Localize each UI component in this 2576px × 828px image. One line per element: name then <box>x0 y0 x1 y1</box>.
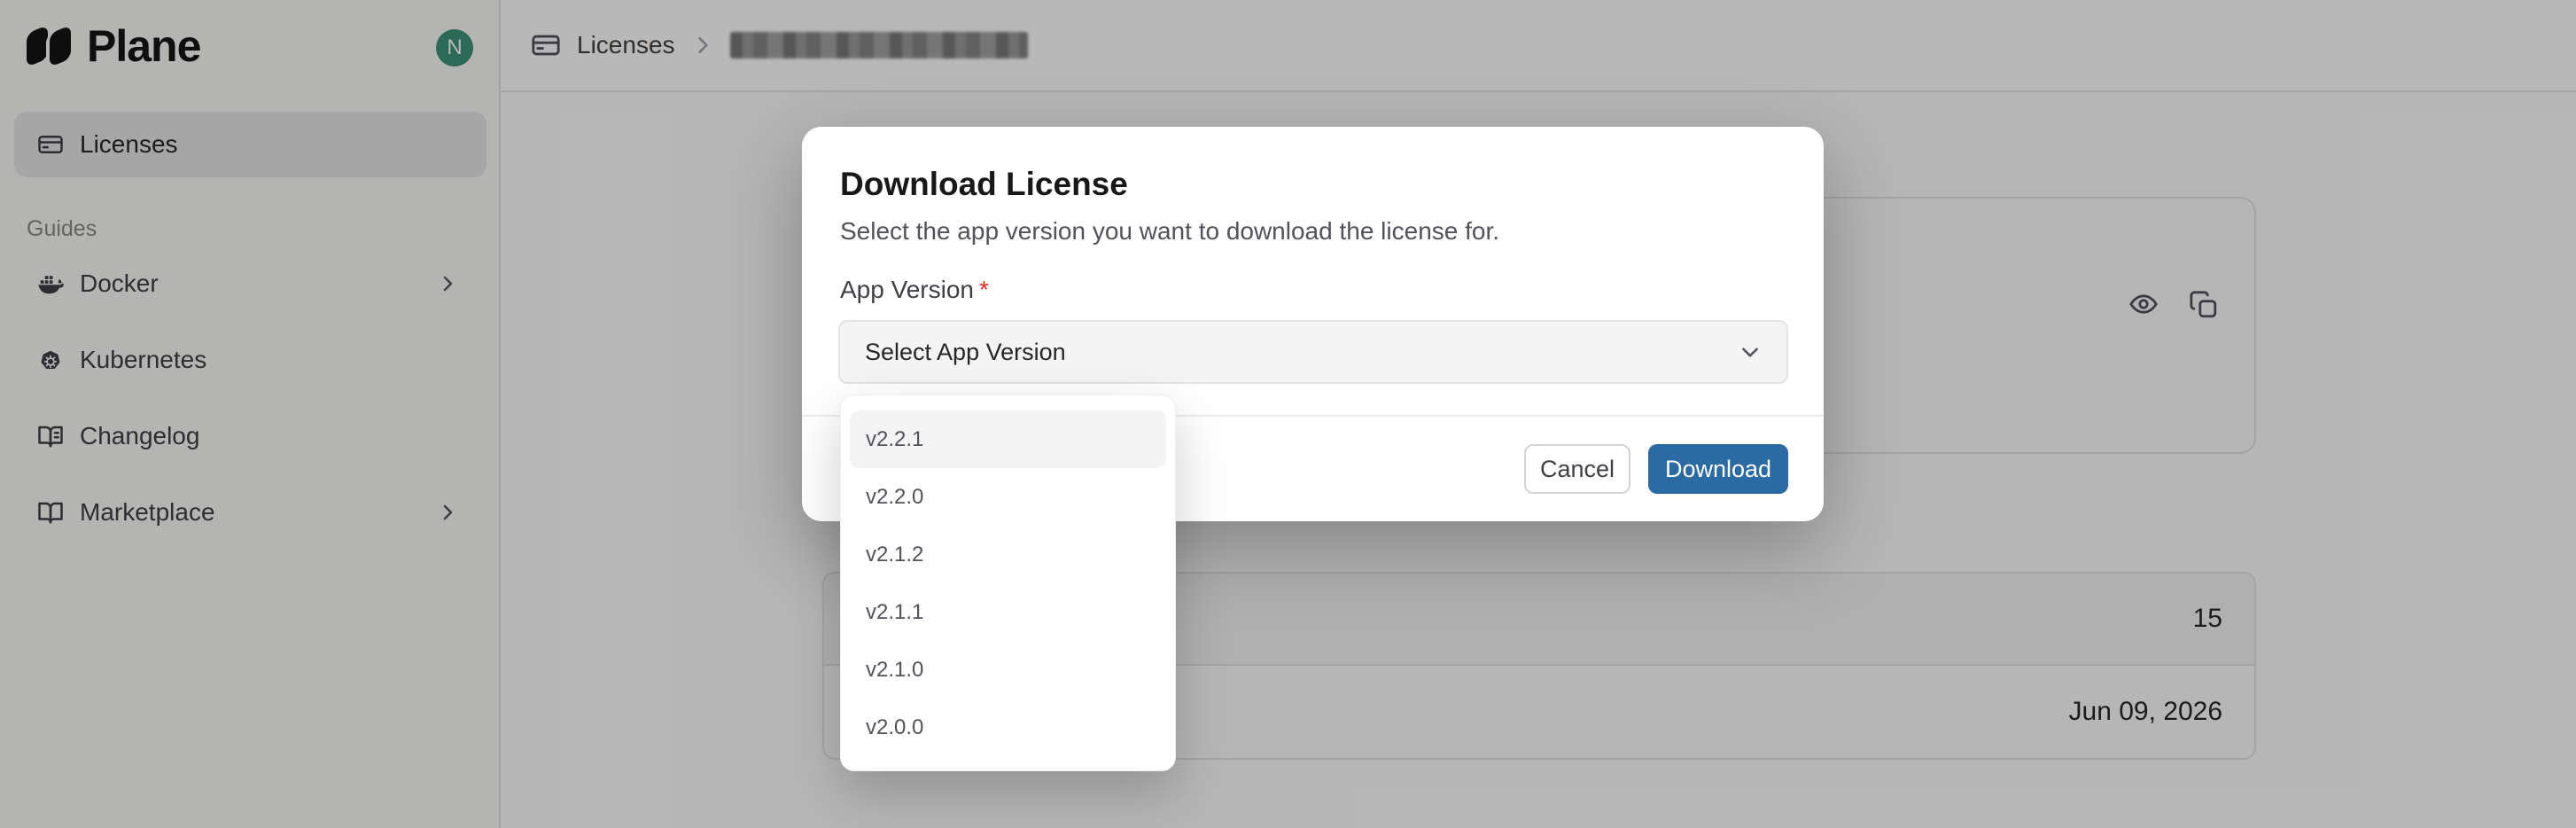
select-placeholder: Select App Version <box>865 339 1739 366</box>
modal-subtitle: Select the app version you want to downl… <box>840 217 1499 246</box>
app-version-select[interactable]: Select App Version <box>838 320 1788 384</box>
dropdown-option[interactable]: v2.1.1 <box>850 583 1166 641</box>
cancel-button[interactable]: Cancel <box>1524 444 1630 494</box>
chevron-down-icon <box>1739 340 1762 363</box>
dropdown-option[interactable]: v2.2.1 <box>850 410 1166 468</box>
dropdown-option[interactable]: v2.1.2 <box>850 526 1166 583</box>
modal-title: Download License <box>840 166 1128 203</box>
app-version-dropdown: v2.2.1 v2.2.0 v2.1.2 v2.1.1 v2.1.0 v2.0.… <box>840 394 1176 771</box>
dropdown-option[interactable]: v2.0.0 <box>850 699 1166 756</box>
dropdown-option[interactable]: v2.2.0 <box>850 468 1166 526</box>
app-version-label: App Version* <box>840 276 989 304</box>
app-version-label-text: App Version <box>840 276 974 303</box>
required-asterisk: * <box>979 276 989 303</box>
app-window: Plane Licenses Guides Docker Kubernetes … <box>0 0 2576 828</box>
download-button[interactable]: Download <box>1648 444 1788 494</box>
dropdown-option[interactable]: v2.1.0 <box>850 641 1166 699</box>
modal-footer: Cancel Download <box>1524 444 1788 494</box>
